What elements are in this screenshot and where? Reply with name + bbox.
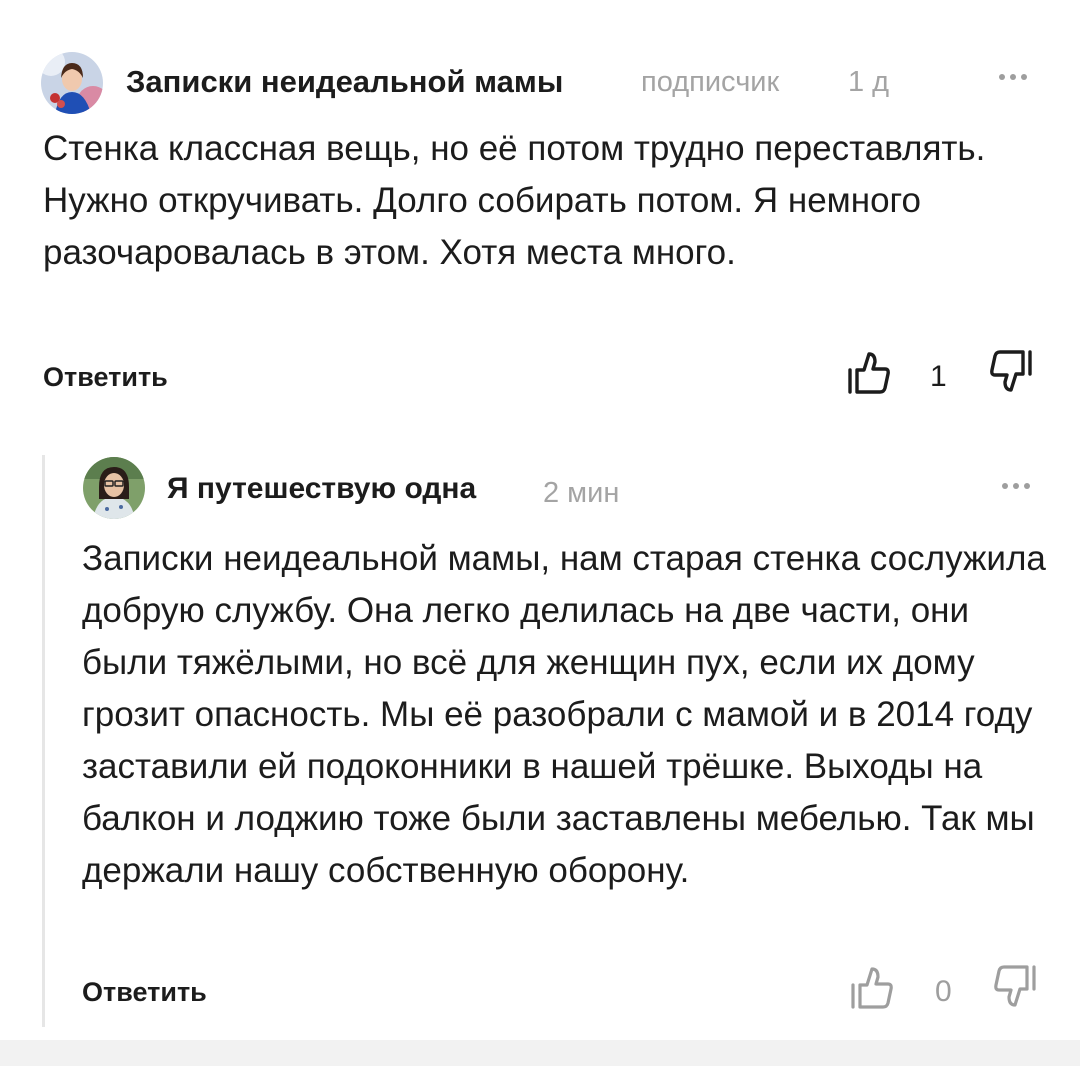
thumbs-up-icon[interactable] bbox=[845, 350, 891, 396]
comment-time: 2 мин bbox=[543, 477, 620, 509]
comment-text: Стенка классная вещь, но её потом трудно… bbox=[43, 129, 986, 272]
more-icon[interactable] bbox=[999, 70, 1039, 84]
more-icon[interactable] bbox=[1002, 479, 1042, 493]
reply-button[interactable]: Ответить bbox=[43, 362, 168, 393]
reply-comment: Я путешествую одна 2 мин Записки неидеал… bbox=[42, 455, 1080, 1027]
like-count: 0 bbox=[935, 975, 952, 1008]
thumbs-up-icon[interactable] bbox=[848, 965, 894, 1011]
bottom-divider bbox=[0, 1040, 1080, 1066]
author-name[interactable]: Записки неидеальной мамы bbox=[126, 64, 563, 100]
avatar[interactable] bbox=[41, 52, 103, 114]
comment-time: 1 д bbox=[848, 66, 890, 98]
like-count: 1 bbox=[930, 360, 947, 393]
comment-text: Записки неидеальной мамы, нам старая сте… bbox=[82, 539, 1046, 890]
thumbs-down-icon[interactable] bbox=[993, 963, 1039, 1009]
subscriber-badge: подписчик bbox=[641, 66, 780, 98]
thumbs-down-icon[interactable] bbox=[989, 348, 1035, 394]
reply-button[interactable]: Ответить bbox=[82, 977, 207, 1008]
avatar[interactable] bbox=[83, 457, 145, 519]
author-name[interactable]: Я путешествую одна bbox=[167, 472, 476, 506]
